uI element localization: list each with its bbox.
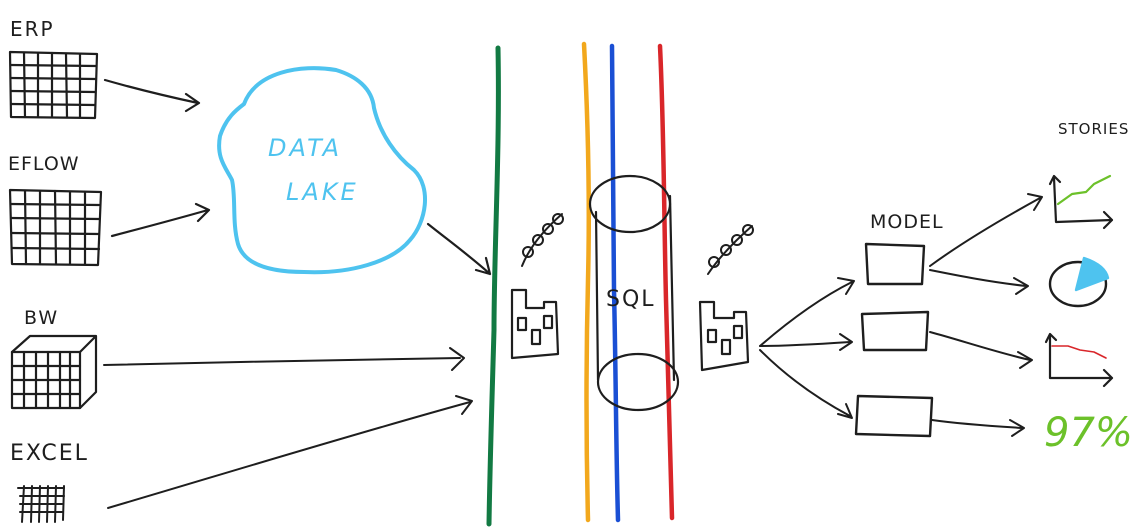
layer-line-green	[486, 45, 501, 527]
box-icon	[854, 242, 934, 438]
erp-label: ERP	[10, 17, 55, 41]
excel-arrow	[107, 395, 473, 509]
pie-chart-icon	[1048, 256, 1110, 308]
excel-label: EXCEL	[10, 441, 89, 466]
layer-line-orange	[581, 41, 592, 523]
model-arrows	[759, 277, 855, 419]
layer-line-blue	[609, 43, 621, 523]
erp-arrow	[103, 78, 201, 113]
data-lake-label-line1: DATA	[268, 134, 342, 162]
data-lake-label-line2: LAKE	[286, 178, 359, 206]
cube-icon	[10, 334, 98, 410]
data-lake-arrow	[426, 222, 492, 276]
key-icon	[521, 213, 564, 267]
excel-source: EXCEL	[10, 441, 89, 523]
bw-arrow	[103, 347, 465, 371]
key-icon	[707, 224, 754, 275]
table-icon	[17, 485, 65, 523]
eflow-label: EFLOW	[8, 153, 80, 175]
area-chart-icon	[1044, 332, 1114, 388]
model-label: MODEL	[870, 211, 944, 233]
story-arrows	[929, 193, 1043, 437]
line-chart-icon	[1048, 174, 1114, 230]
table-icon	[8, 188, 103, 267]
factory-icon	[698, 300, 750, 372]
bw-source: BW	[10, 307, 98, 410]
architecture-diagram: ERP EFLOW BW EXCEL DATA LAKE SQL MODEL S…	[8, 17, 1132, 527]
cloud-icon	[217, 66, 427, 275]
stories-label: STORIES	[1058, 120, 1129, 138]
layer-line-red	[657, 43, 675, 521]
data-lake: DATA LAKE	[217, 66, 427, 275]
sql-label: SQL	[606, 287, 656, 312]
bw-label: BW	[24, 307, 59, 329]
erp-source: ERP	[8, 17, 99, 120]
factory-icon	[510, 288, 560, 360]
eflow-source: EFLOW	[8, 153, 103, 267]
table-icon	[8, 50, 99, 120]
kpi-value: 97%	[1044, 410, 1132, 456]
eflow-arrow	[110, 202, 211, 238]
